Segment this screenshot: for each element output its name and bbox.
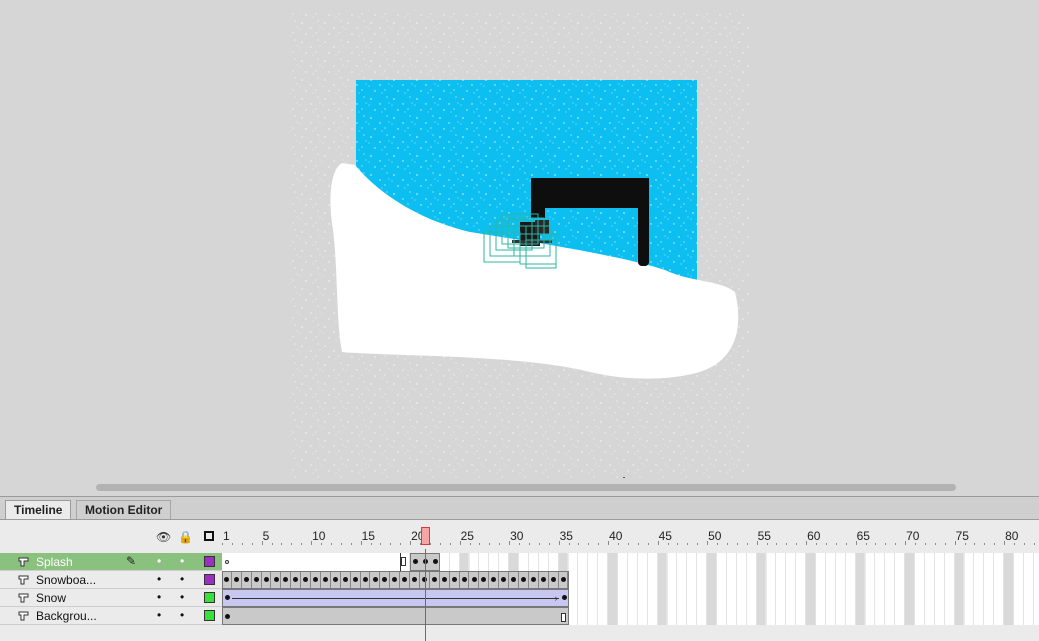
layer-frames[interactable] [222,571,1039,589]
frame-number-80: 80 [1005,529,1019,543]
layer-name: Snowboa... [36,573,97,587]
layer-row[interactable]: Snowboa... • • [0,571,1039,589]
blank-keyframe [225,560,229,564]
frame-number-30: 30 [510,529,524,543]
tab-timeline[interactable]: Timeline [5,500,72,519]
lock-dot[interactable]: • [180,572,184,586]
layer-header[interactable]: Backgrou... • • [0,607,222,625]
stage-canvas[interactable] [0,0,1039,496]
layer-header[interactable]: Snow • • [0,589,222,607]
frame-number-45: 45 [658,529,672,543]
rail-box [531,178,649,208]
frame-number-50: 50 [708,529,722,543]
layer-row[interactable]: Snow • • › [0,589,1039,607]
frame-number-70: 70 [906,529,920,543]
panel-tabs: Timeline Motion Editor [0,497,1039,520]
layer-name: Snow [36,591,67,605]
frame-number-75: 75 [955,529,969,543]
layer-frames[interactable]: › [222,589,1039,607]
frame-number-15: 15 [361,529,375,543]
frame-number-5: 5 [262,529,270,543]
frame-number-1: 1 [223,529,230,543]
visibility-dot[interactable]: • [157,590,161,604]
frame-number-65: 65 [856,529,870,543]
frame-number-60: 60 [807,529,821,543]
frame-number-35: 35 [559,529,573,543]
lock-dot[interactable]: • [180,608,184,622]
scrollbar-thumb[interactable] [96,484,956,491]
outline-color-swatch[interactable] [204,592,215,603]
rail-post [638,178,649,266]
pencil-icon: ✎ [126,554,137,568]
lock-dot[interactable]: • [180,590,184,604]
layer-row[interactable]: Backgrou... • • [0,607,1039,625]
layer-icon [18,557,29,567]
playhead-line [425,549,426,641]
layer-icon [18,593,29,603]
layer-header[interactable]: Splash ✎ • • [0,553,222,571]
layer-row[interactable]: Splash ✎ • • [0,553,1039,571]
timeline-panel: Timeline Motion Editor 👁 🔒 1 5 10 15 20 25 30 3… [0,496,1039,641]
layer-frames[interactable] [222,553,1039,571]
lock-dot[interactable]: • [180,554,184,568]
frame-number-55: 55 [757,529,771,543]
outline-icon[interactable] [204,531,214,541]
layer-icon [18,575,29,585]
frame-ruler[interactable]: 1 5 10 15 20 25 30 35 40 45 50 55 60 65 70 75 80 [222,525,1039,549]
outline-color-swatch[interactable] [204,574,215,585]
timeline-header: 👁 🔒 1 5 10 15 20 25 30 35 40 45 50 55 60 65 70 75 80 [0,525,1039,549]
outline-color-swatch[interactable] [204,610,215,621]
visibility-dot[interactable]: • [157,554,161,568]
lock-icon[interactable]: 🔒 [178,530,193,544]
frame-number-10: 10 [312,529,326,543]
outline-color-swatch[interactable] [204,556,215,567]
stage-artwork [290,10,750,480]
layer-icon [18,611,29,621]
layer-name: Backgrou... [36,609,97,623]
frame-number-25: 25 [460,529,474,543]
visibility-dot[interactable]: • [157,608,161,622]
layer-frames[interactable] [222,607,1039,625]
visibility-dot[interactable]: • [157,572,161,586]
layer-header[interactable]: Snowboa... • • [0,571,222,589]
eye-icon[interactable]: 👁 [156,530,171,544]
horizontal-scrollbar[interactable] [0,478,1039,496]
playhead-handle[interactable] [421,527,430,545]
tab-motion-editor[interactable]: Motion Editor [76,500,172,519]
layer-name: Splash [36,555,73,569]
frame-number-40: 40 [609,529,623,543]
